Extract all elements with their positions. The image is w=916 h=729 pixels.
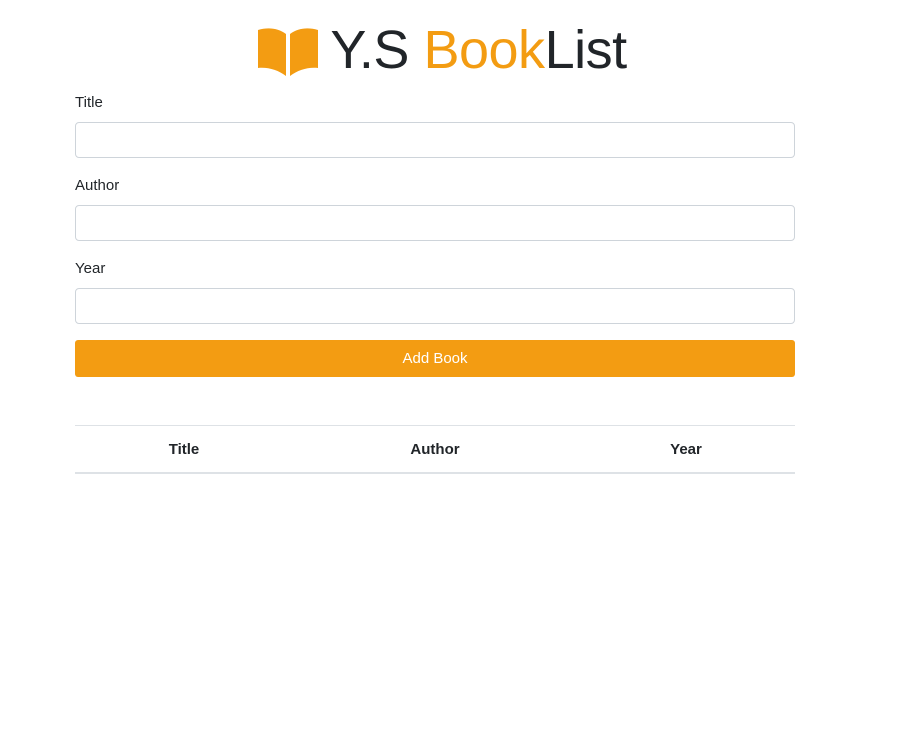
- column-header-year: Year: [670, 440, 702, 458]
- author-input[interactable]: [75, 205, 795, 241]
- column-header-author: Author: [410, 440, 460, 458]
- title-form-group: Title: [75, 94, 795, 158]
- year-label: Year: [75, 260, 106, 277]
- app-header: Y.S BookList: [75, 20, 795, 80]
- app-title-accent: Book: [423, 20, 545, 80]
- app-title-suffix: List: [544, 20, 628, 80]
- year-input[interactable]: [75, 288, 795, 324]
- author-form-group: Author: [75, 177, 795, 241]
- title-input[interactable]: [75, 122, 795, 158]
- author-label: Author: [75, 177, 120, 194]
- app-logo: Y.S BookList: [256, 20, 628, 80]
- book-open-icon: [256, 24, 320, 76]
- book-list-table: Title Author Year: [75, 425, 795, 474]
- table-header-row: Title Author Year: [75, 425, 795, 473]
- year-form-group: Year: [75, 260, 795, 324]
- add-book-button[interactable]: Add Book: [75, 340, 795, 377]
- title-label: Title: [75, 94, 103, 111]
- table-header: Title Author Year: [75, 425, 795, 473]
- column-header-title: Title: [168, 440, 200, 458]
- app-title-prefix: Y.S: [330, 20, 424, 80]
- app-title: Y.S BookList: [330, 20, 628, 80]
